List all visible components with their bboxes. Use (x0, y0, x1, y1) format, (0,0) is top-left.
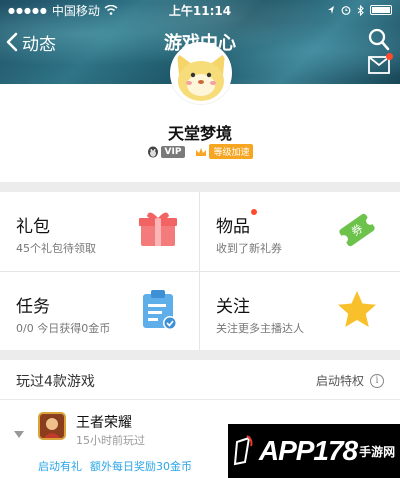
back-label: 动态 (22, 34, 56, 55)
signal-icon: ●●●●● (8, 5, 48, 15)
grid-item-tasks[interactable]: 任务 0/0 今日获得0金币 (0, 272, 199, 350)
coupon-icon: 券 (335, 208, 379, 256)
avatar-image (173, 45, 229, 101)
grid-item-title: 关注 (216, 297, 250, 317)
clipboard-icon (139, 288, 179, 336)
promo-launch-gift: 启动有礼 (38, 460, 82, 473)
grid-divider-horizontal (0, 271, 400, 272)
grid-item-title: 任务 (16, 297, 50, 317)
feature-grid: 礼包 45个礼包待领取 物品 收到了新礼券 券 任务 0/0 今日获得0金币 关… (0, 192, 400, 350)
alarm-icon (341, 6, 351, 15)
grid-item-subtitle: 关注更多主播达人 (216, 322, 304, 335)
mail-button[interactable] (368, 53, 393, 78)
search-button[interactable] (368, 28, 390, 56)
carrier-label: 中国移动 (51, 3, 100, 18)
vip-label: VIP (160, 145, 186, 158)
game-name: 王者荣耀 (76, 415, 132, 431)
played-games-header: 玩过4款游戏 启动特权 i (0, 360, 400, 400)
items-notification-dot (251, 209, 257, 215)
avatar[interactable] (170, 42, 232, 104)
watermark-text: APP178 (258, 435, 358, 466)
grid-item-subtitle: 45个礼包待领取 (16, 242, 96, 255)
penguin-icon (147, 146, 158, 158)
gift-icon (137, 208, 179, 254)
grid-item-subtitle: 收到了新礼券 (216, 242, 282, 255)
star-icon (335, 288, 379, 336)
grid-item-gift[interactable]: 礼包 45个礼包待领取 (0, 192, 199, 270)
status-bar: ●●●●● 中国移动 上午11:14 (0, 0, 400, 20)
grid-item-items[interactable]: 物品 收到了新礼券 券 (200, 192, 399, 270)
watermark-sub: 手游网 (359, 444, 396, 459)
location-icon (328, 6, 334, 14)
game-icon (38, 412, 66, 440)
launch-privilege-label: 启动特权 (315, 374, 364, 388)
crown-icon (196, 147, 207, 156)
level-accel-badge[interactable]: 等级加速 (195, 144, 254, 159)
battery-icon (370, 5, 392, 15)
launch-privilege-button[interactable]: 启动特权 i (316, 372, 384, 389)
promo-daily-bonus: 额外每日奖励30金币 (90, 460, 192, 473)
info-icon[interactable]: i (370, 373, 384, 388)
played-games-title: 玩过4款游戏 (16, 374, 95, 390)
bluetooth-icon (357, 4, 364, 16)
wifi-icon (104, 5, 118, 15)
grid-item-title: 物品 (216, 217, 250, 237)
search-icon (368, 28, 390, 51)
mail-notification-dot (386, 53, 393, 60)
game-promo[interactable]: 启动有礼 额外每日奖励30金币 (38, 458, 192, 474)
level-accel-label: 等级加速 (209, 144, 254, 159)
vip-badge[interactable]: VIP (147, 145, 186, 158)
back-button[interactable]: 动态 (6, 30, 56, 55)
grid-item-subtitle: 0/0 今日获得0金币 (16, 322, 111, 335)
watermark-logo (233, 435, 253, 466)
chevron-left-icon (6, 32, 18, 52)
game-last-played: 15小时前玩过 (76, 434, 145, 447)
profile-badges: VIP 等级加速 (0, 144, 400, 159)
username: 天堂梦境 (167, 124, 232, 143)
caret-down-icon[interactable] (14, 424, 24, 443)
grid-item-title: 礼包 (16, 217, 50, 237)
grid-item-follow[interactable]: 关注 关注更多主播达人 (200, 272, 399, 350)
watermark: APP178 手游网 (228, 424, 400, 478)
